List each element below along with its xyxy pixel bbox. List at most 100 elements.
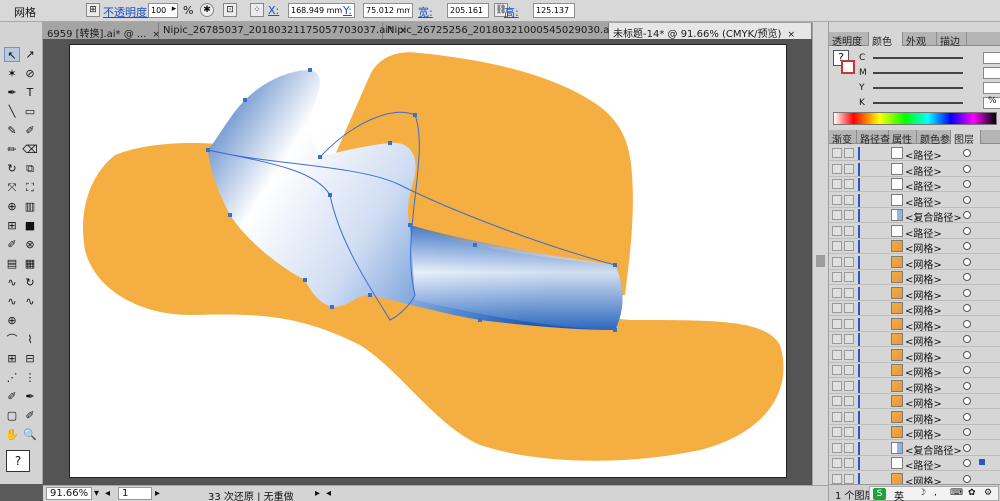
tool-16-1-icon[interactable]: ⊟ — [22, 351, 38, 366]
target-icon[interactable] — [963, 242, 971, 250]
layer-name[interactable]: <复合路径> — [905, 209, 962, 224]
layer-row[interactable]: <网格> — [829, 286, 1000, 302]
layer-name[interactable]: <网格> — [905, 349, 942, 364]
target-icon[interactable] — [963, 381, 971, 390]
target-icon[interactable] — [963, 288, 971, 297]
target-icon[interactable] — [963, 335, 971, 343]
visibility-toggle[interactable] — [832, 411, 842, 422]
visibility-toggle[interactable] — [832, 318, 842, 329]
tool-14-0-icon[interactable]: ⊕ — [4, 313, 20, 328]
visibility-toggle[interactable] — [832, 365, 842, 375]
target-icon[interactable] — [963, 226, 971, 235]
layer-name[interactable]: <网格> — [905, 318, 942, 333]
tool-16-0-icon[interactable]: ⊞ — [4, 351, 20, 366]
tool-1-1-icon[interactable]: ⊘ — [22, 66, 38, 81]
layer-row[interactable]: <网格> — [829, 301, 1000, 317]
target-icon[interactable] — [963, 443, 971, 452]
layer-row[interactable]: <路径> — [829, 146, 1000, 162]
ime-toolbar[interactable]: S 英 ☽ , ⌨ ✿ ⚙ — [869, 486, 999, 501]
visibility-toggle[interactable] — [832, 458, 842, 468]
lock-toggle[interactable] — [844, 365, 854, 375]
tool-2-1-icon[interactable]: T — [22, 85, 38, 100]
lock-toggle[interactable] — [844, 473, 854, 484]
tool-6-0-icon[interactable]: ↻ — [4, 161, 20, 176]
artwork-svg[interactable] — [70, 45, 788, 479]
lock-toggle[interactable] — [844, 241, 854, 251]
target-icon[interactable] — [963, 397, 971, 405]
tool-18-0-icon[interactable]: ✐ — [4, 389, 20, 404]
lock-toggle[interactable] — [844, 380, 854, 391]
target-icon[interactable] — [963, 149, 971, 157]
visibility-toggle[interactable] — [832, 179, 842, 189]
zoom-dropdown-icon[interactable]: ▾ — [94, 488, 99, 499]
layer-name[interactable]: <网格> — [905, 302, 942, 317]
tool-9-0-icon[interactable]: ⊞ — [4, 218, 20, 233]
layer-row[interactable]: <网格> — [829, 394, 1000, 410]
lock-toggle[interactable] — [844, 210, 854, 220]
stroke-swatch-icon[interactable] — [841, 60, 855, 74]
tool-17-0-icon[interactable]: ⋰ — [4, 370, 20, 385]
lock-toggle[interactable] — [844, 349, 854, 360]
align-icon[interactable]: ⊡ — [223, 3, 237, 17]
layer-row[interactable]: <路径> — [829, 177, 1000, 193]
lock-toggle[interactable] — [844, 458, 854, 468]
visibility-toggle[interactable] — [832, 334, 842, 344]
layer-row[interactable]: <复合路径> — [829, 208, 1000, 224]
target-icon[interactable] — [963, 366, 971, 374]
lock-toggle[interactable] — [844, 442, 854, 453]
close-icon[interactable]: × — [787, 30, 795, 39]
lock-toggle[interactable] — [844, 225, 854, 236]
tools-icon[interactable]: ⚙ — [984, 488, 992, 498]
layer-name[interactable]: <路径> — [905, 457, 942, 472]
target-icon[interactable] — [963, 319, 971, 328]
opacity-dropdown-icon[interactable]: ▸ — [170, 3, 178, 17]
status-left-icon[interactable]: ◂ — [326, 488, 331, 499]
tab-doc-3[interactable]: Nipic_26725256_20180321000545029030.ai*× — [383, 23, 631, 39]
layer-name[interactable]: <网格> — [905, 333, 942, 348]
scroll-thumb[interactable] — [816, 255, 825, 267]
status-arrow-icon[interactable]: ▸ — [315, 488, 320, 499]
panel-tab-tabs_mid-1[interactable]: 路径查 — [857, 130, 890, 146]
tool-5-1-icon[interactable]: ⌫ — [22, 142, 38, 157]
punctuation-icon[interactable]: , — [934, 488, 937, 498]
tool-8-0-icon[interactable]: ⊕ — [4, 199, 20, 214]
options-icon[interactable]: ⊞ — [86, 3, 100, 17]
panel-tab-tabs_top-1[interactable]: 颜色 — [869, 32, 903, 48]
visibility-toggle[interactable] — [832, 272, 842, 282]
layer-row[interactable]: <网格> — [829, 255, 1000, 271]
layer-name[interactable]: <路径> — [905, 163, 942, 178]
panel-tab-tabs_mid-2[interactable]: 属性 — [889, 130, 917, 146]
next-artboard-icon[interactable]: ▸ — [155, 488, 160, 499]
fill-stroke-icon[interactable]: ? — [6, 450, 30, 472]
tool-13-0-icon[interactable]: ∿ — [4, 294, 20, 309]
layer-name[interactable]: <网格> — [905, 287, 942, 302]
tool-20-1-icon[interactable]: 🔍 — [22, 427, 38, 442]
visibility-toggle[interactable] — [832, 194, 842, 205]
reference-point-icon[interactable]: ⁘ — [250, 3, 264, 17]
tool-15-0-icon[interactable]: ⌒ — [4, 332, 20, 347]
color-spectrum[interactable] — [833, 112, 997, 125]
lock-toggle[interactable] — [844, 287, 854, 298]
layer-row[interactable]: <网格> — [829, 410, 1000, 426]
visibility-toggle[interactable] — [832, 163, 842, 174]
style-icon[interactable]: ✱ — [200, 3, 214, 17]
layer-row[interactable]: <路径> — [829, 456, 1000, 472]
lock-toggle[interactable] — [844, 179, 854, 189]
tool-1-0-icon[interactable]: ✶ — [4, 66, 20, 81]
lock-toggle[interactable] — [844, 194, 854, 205]
visibility-toggle[interactable] — [832, 225, 842, 236]
tab-doc-2[interactable]: Nipic_26785037_20180321175057703037.ai* × — [159, 23, 407, 39]
tool-12-1-icon[interactable]: ↻ — [22, 275, 38, 290]
panel-tab-tabs_top-3[interactable]: 描边 — [937, 32, 967, 48]
lock-toggle[interactable] — [844, 148, 854, 158]
m-slider[interactable] — [873, 72, 963, 74]
layer-row[interactable]: <网格> — [829, 379, 1000, 395]
layer-name[interactable]: <网格> — [905, 426, 942, 441]
tool-14-1-icon[interactable] — [22, 313, 38, 328]
layer-name[interactable]: <网格> — [905, 240, 942, 255]
layer-row[interactable]: <网格> — [829, 363, 1000, 379]
tool-15-1-icon[interactable]: ⌇ — [22, 332, 38, 347]
target-icon[interactable] — [963, 304, 971, 312]
layer-row[interactable]: <网格> — [829, 317, 1000, 333]
tool-10-1-icon[interactable]: ⊗ — [22, 237, 38, 252]
